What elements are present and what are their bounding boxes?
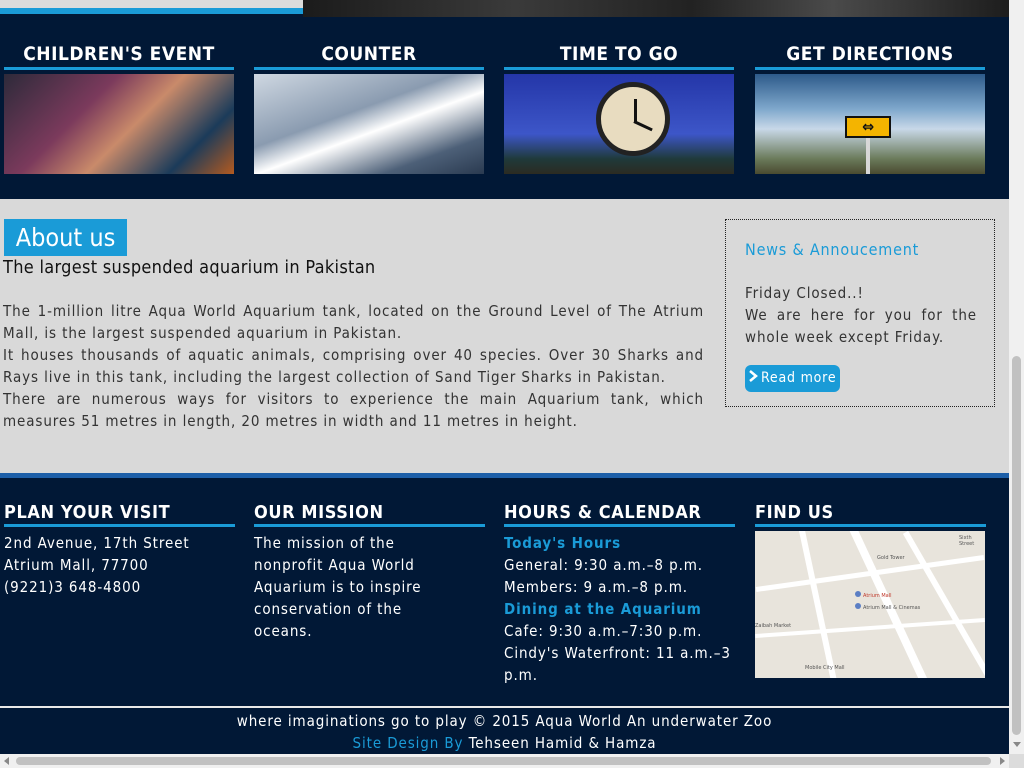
news-box: News & Annoucement Friday Closed..! We a… xyxy=(725,219,995,407)
about-section: About us The largest suspended aquarium … xyxy=(0,199,1009,473)
tile-counter[interactable]: COUNTER xyxy=(254,42,484,174)
read-more-button[interactable]: Read more xyxy=(745,365,841,392)
plan-your-visit: PLAN YOUR VISIT 2nd Avenue, 17th Street … xyxy=(4,502,235,598)
about-paragraph: There are numerous ways for visitors to … xyxy=(3,390,704,430)
news-title: News & Annoucement xyxy=(745,240,920,259)
tile-title[interactable]: TIME TO GO xyxy=(504,42,734,67)
ticket-counter-photo[interactable] xyxy=(254,74,484,174)
site-credit: Site Design By Tehseen Hamid & Hamza xyxy=(0,734,1009,752)
todays-hours-label: Today's Hours xyxy=(504,534,622,552)
news-line: We are here for you for the whole week e… xyxy=(745,306,977,346)
our-mission: OUR MISSION The mission of the nonprofit… xyxy=(254,502,485,642)
about-subtitle: The largest suspended aquarium in Pakist… xyxy=(3,257,376,278)
page: CHILDREN'S EVENT COUNTER TIME TO GO GET … xyxy=(0,0,1009,768)
hours-calendar: HOURS & CALENDAR Today's Hours General: … xyxy=(504,502,735,686)
footer-heading: FIND US xyxy=(755,502,834,523)
cafe-hours: Cafe: 9:30 a.m.–7:30 p.m. xyxy=(504,622,703,640)
map-label: Mobile City Mall xyxy=(805,665,845,671)
about-paragraph: It houses thousands of aquatic animals, … xyxy=(3,346,704,386)
scrollbar-thumb[interactable] xyxy=(16,757,991,765)
hero-image-bottom xyxy=(303,0,1009,17)
map-pin-icon xyxy=(855,603,861,609)
feature-tiles: CHILDREN'S EVENT COUNTER TIME TO GO GET … xyxy=(0,17,1009,199)
news-line: Friday Closed..! xyxy=(745,284,864,302)
footer-heading: PLAN YOUR VISIT xyxy=(4,502,171,523)
direction-sign-photo[interactable]: ⇔ xyxy=(755,74,985,174)
members-hours: Members: 9 a.m.–8 p.m. xyxy=(504,578,688,596)
about-us-heading: About us xyxy=(4,219,127,256)
map-label: Atrium Mall & Cinemas xyxy=(863,605,921,611)
children-at-aquarium-photo[interactable] xyxy=(4,74,234,174)
tile-title[interactable]: COUNTER xyxy=(254,42,484,67)
news-body: Friday Closed..! We are here for you for… xyxy=(745,282,977,348)
read-more-label: Read more xyxy=(761,370,837,386)
scroll-left-arrow-icon[interactable] xyxy=(4,757,9,765)
general-hours: General: 9:30 a.m.–8 p.m. xyxy=(504,556,703,574)
tile-title[interactable]: CHILDREN'S EVENT xyxy=(4,42,234,67)
scroll-right-arrow-icon[interactable] xyxy=(1000,757,1005,765)
map-label: Zaibah Market xyxy=(755,623,792,629)
clock-icon xyxy=(596,82,670,156)
map-pin-icon xyxy=(855,591,861,597)
phone-number: (9221)3 648-4800 xyxy=(4,578,142,596)
find-us: FIND US xyxy=(755,502,986,527)
credit-label: Site Design By xyxy=(352,734,464,752)
scrollbar-thumb[interactable] xyxy=(1012,356,1021,735)
scroll-down-arrow-icon[interactable] xyxy=(1013,742,1021,747)
dining-label: Dining at the Aquarium xyxy=(504,600,702,618)
vertical-scrollbar[interactable] xyxy=(1009,0,1024,768)
about-paragraph: The 1-million litre Aqua World Aquarium … xyxy=(3,302,704,342)
footer-heading: HOURS & CALENDAR xyxy=(504,502,702,523)
address-line: Atrium Mall, 77700 xyxy=(4,556,149,574)
footer-heading: OUR MISSION xyxy=(254,502,384,523)
header-banner-strip xyxy=(0,0,1009,17)
tile-get-directions[interactable]: GET DIRECTIONS ⇔ xyxy=(755,42,985,174)
double-arrow-icon: ⇔ xyxy=(845,116,891,138)
nav-bar-edge xyxy=(0,0,303,17)
map-label: Atrium Mall xyxy=(863,593,892,599)
location-map[interactable]: Atrium Mall Atrium Mall & Cinemas Gold T… xyxy=(755,531,985,678)
horizontal-scrollbar[interactable] xyxy=(0,754,1009,768)
copyright-text: where imaginations go to play © 2015 Aqu… xyxy=(236,712,773,730)
tile-title[interactable]: GET DIRECTIONS xyxy=(755,42,985,67)
map-label: Sixth Street xyxy=(959,535,975,547)
scrollbar-corner xyxy=(1009,754,1024,768)
tile-time-to-go[interactable]: TIME TO GO xyxy=(504,42,734,174)
chevron-right-icon xyxy=(745,365,761,392)
tile-childrens-event[interactable]: CHILDREN'S EVENT xyxy=(4,42,234,174)
map-label: Gold Tower xyxy=(877,555,905,561)
clock-photo[interactable] xyxy=(504,74,734,174)
credit-names: Tehseen Hamid & Hamza xyxy=(468,734,657,752)
about-body: The 1-million litre Aqua World Aquarium … xyxy=(3,300,704,432)
mission-text: The mission of the nonprofit Aqua World … xyxy=(254,534,422,640)
waterfront-hours: Cindy's Waterfront: 11 a.m.–3 p.m. xyxy=(504,644,731,684)
address-line: 2nd Avenue, 17th Street xyxy=(4,534,190,552)
